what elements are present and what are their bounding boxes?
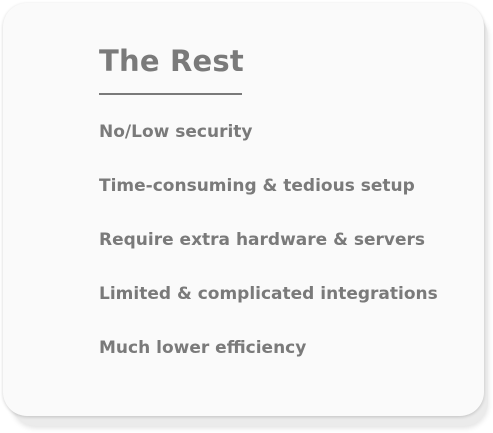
comparison-card-the-rest: The Rest No/Low security Time-consuming … [3, 3, 484, 416]
comparison-stage: The Rest No/Low security Time-consuming … [0, 0, 493, 433]
feature-item-efficiency: Much lower efficiency [99, 338, 307, 358]
feature-list: No/Low security Time-consuming & tedious… [99, 118, 438, 388]
feature-item-hardware: Require extra hardware & servers [99, 230, 425, 250]
title-underline-divider [99, 93, 242, 95]
feature-item-setup: Time-consuming & tedious setup [99, 176, 415, 196]
feature-item-integrations: Limited & complicated integrations [99, 284, 438, 304]
feature-item-security: No/Low security [99, 122, 253, 142]
card-title: The Rest [99, 44, 244, 78]
